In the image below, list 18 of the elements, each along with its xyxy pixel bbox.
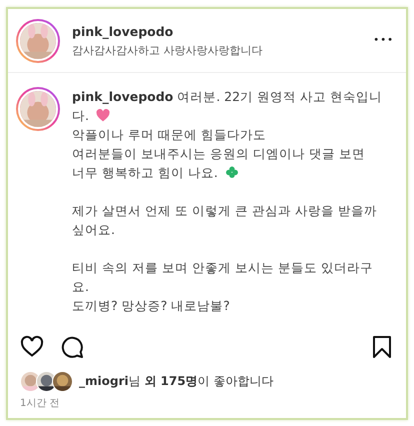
more-button[interactable]: ••• xyxy=(373,35,394,46)
heart-icon[interactable] xyxy=(20,335,44,359)
caption-text: 도끼병? 망상증? 내로남불? xyxy=(72,297,231,315)
caption-text: 너무 행복하고 힘이 나요. xyxy=(72,163,384,182)
heart-icon xyxy=(96,109,110,122)
username-link[interactable]: pink_lovepodo xyxy=(72,89,174,104)
clover-icon xyxy=(224,166,239,179)
bookmark-icon[interactable] xyxy=(370,335,394,359)
timestamp: 1시간 전 xyxy=(19,397,61,411)
subtitle: 감사감사감사하고 사랑사랑사랑합니다 xyxy=(72,42,264,58)
caption-text: pink_lovepodo 여러분. 22기 원영적 사고 현숙입니다. xyxy=(72,88,384,125)
likes-text[interactable]: _miogri님 외 175명이 좋아합니다 xyxy=(79,373,274,390)
caption-text: 악플이나 루머 때문에 힘들다가도 xyxy=(72,126,267,144)
caption-text: 여러분들이 보내주시는 응원의 디엠이나 댓글 보면 xyxy=(72,145,366,163)
comment-icon[interactable] xyxy=(60,335,84,359)
caption-text: 티비 속의 저를 보며 안좋게 보시는 분들도 있더라구요. xyxy=(72,259,374,296)
username-link[interactable]: pink_lovepodo xyxy=(72,24,362,38)
caption-text: 제가 살면서 언제 또 이렇게 큰 관심과 사랑을 받을까 싶어요. xyxy=(72,202,378,239)
